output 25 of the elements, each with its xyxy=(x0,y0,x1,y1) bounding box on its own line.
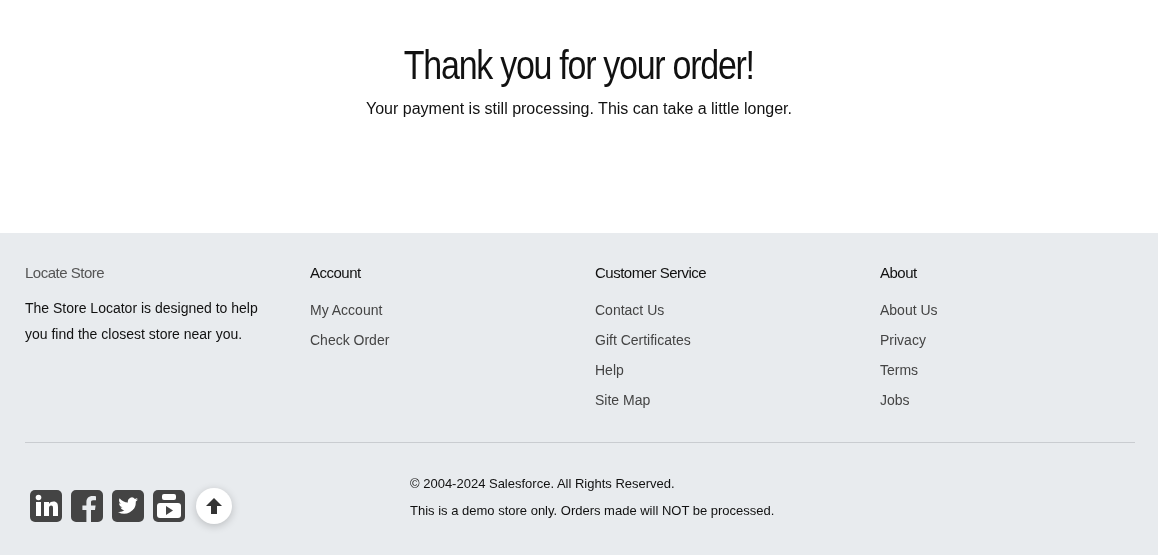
footer-link[interactable]: Terms xyxy=(880,355,919,385)
bird-icon[interactable] xyxy=(112,490,144,522)
arrow-up-icon xyxy=(204,496,224,516)
footer-link[interactable]: Contact Us xyxy=(595,295,665,325)
footer-link[interactable]: My Account xyxy=(310,295,383,325)
footer-link[interactable]: Site Map xyxy=(595,385,651,415)
footer-link[interactable]: Privacy xyxy=(880,325,926,355)
column-heading: Customer Service xyxy=(595,263,707,283)
demo-notice: This is a demo store only. Orders made will NOT be processed. xyxy=(410,502,775,519)
store-locator-text: The Store Locator is designed to help you find the closest store near you. xyxy=(25,299,259,344)
column-heading: Locate Store xyxy=(25,263,105,283)
status-message: Your payment is still processing. This can take a little longer. xyxy=(366,100,792,118)
page-title: Thank you for your order! xyxy=(404,42,754,88)
column-heading: Account xyxy=(310,263,361,283)
video-icon[interactable] xyxy=(153,490,185,522)
footer-link[interactable]: About Us xyxy=(880,295,938,325)
facebook-icon[interactable] xyxy=(71,490,103,522)
copyright-text: © 2004-2024 Salesforce. All Rights Reserved. xyxy=(410,475,676,492)
column-heading: About xyxy=(880,263,917,283)
footer-link[interactable]: Jobs xyxy=(880,385,910,415)
back-to-top-button[interactable] xyxy=(196,488,232,524)
footer-link[interactable]: Check Order xyxy=(310,325,390,355)
linkedin-icon[interactable] xyxy=(30,490,62,522)
footer-link[interactable]: Gift Certificates xyxy=(595,325,691,355)
footer-link[interactable]: Help xyxy=(595,355,624,385)
